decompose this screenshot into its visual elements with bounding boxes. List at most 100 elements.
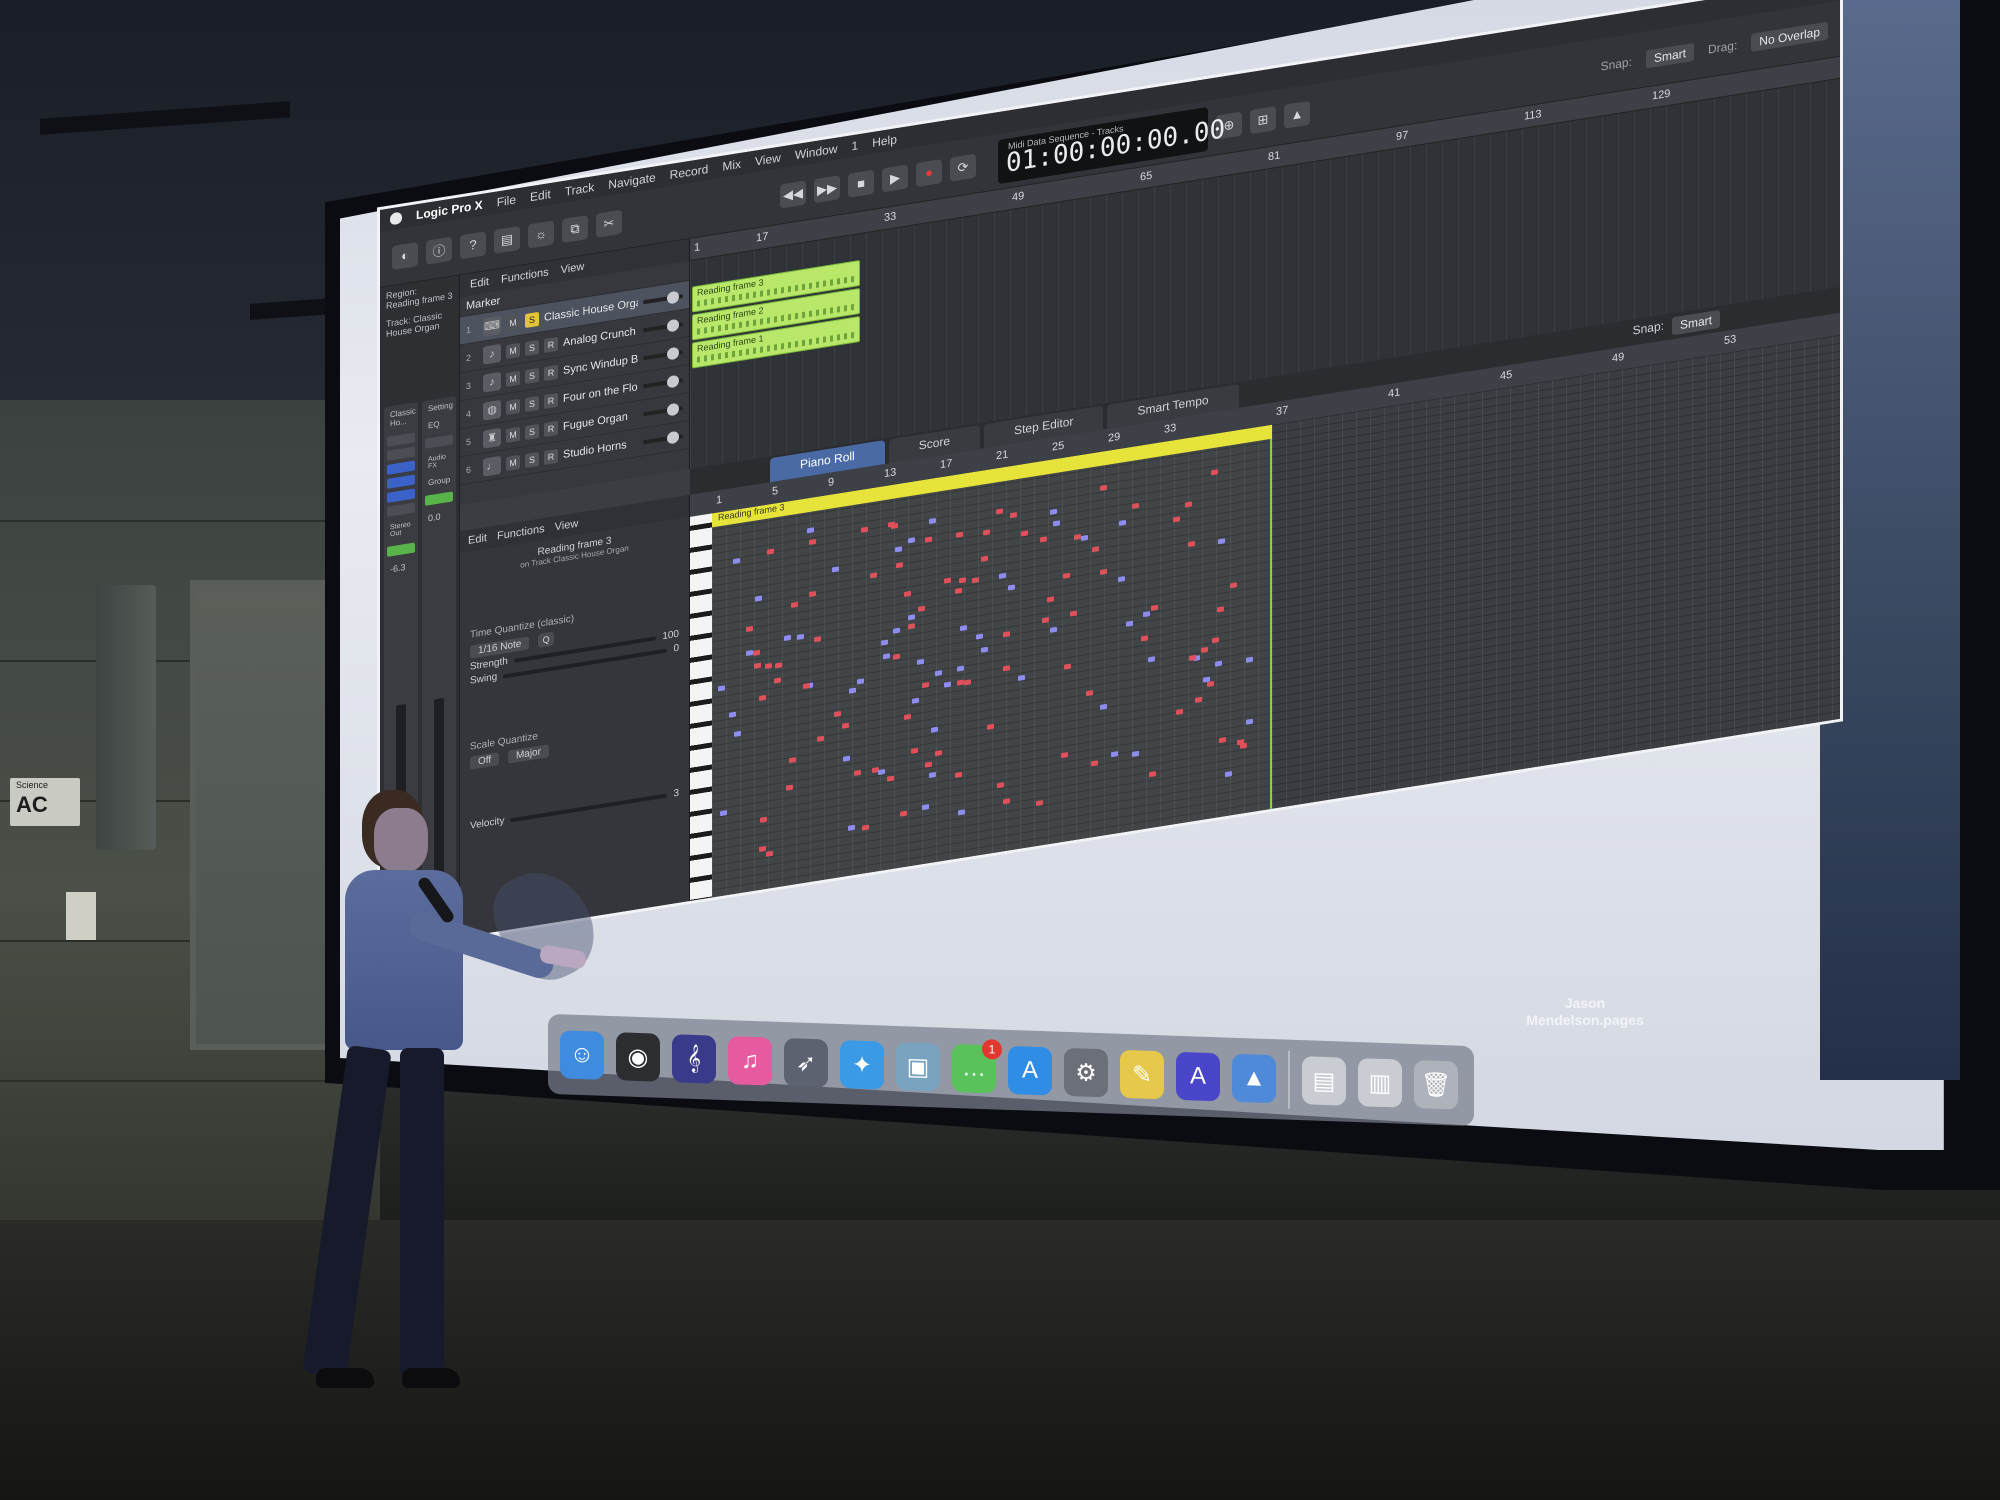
cycle-button[interactable]: ⟳ bbox=[950, 153, 976, 182]
track-name[interactable]: Analog Crunch Lead bbox=[563, 325, 638, 349]
strip-read-slot[interactable] bbox=[425, 491, 453, 506]
record-enable-button[interactable]: R bbox=[544, 336, 558, 353]
strip-output-slot[interactable] bbox=[387, 502, 415, 517]
menu-1[interactable]: 1 bbox=[852, 138, 859, 153]
strip-fx-slot[interactable] bbox=[387, 474, 415, 489]
record-enable-button[interactable]: R bbox=[544, 448, 558, 465]
finder-icon[interactable]: ☺ bbox=[560, 1030, 604, 1080]
record-enable-button[interactable]: R bbox=[544, 392, 558, 409]
metronome-icon[interactable]: ▲ bbox=[1284, 100, 1310, 129]
solo-button[interactable]: S bbox=[525, 423, 539, 440]
count-in-icon[interactable]: ⊞ bbox=[1250, 105, 1276, 134]
rewind-button[interactable]: ◀◀ bbox=[780, 180, 806, 209]
menu-record[interactable]: Record bbox=[670, 162, 709, 182]
preview-icon[interactable]: ▣ bbox=[896, 1041, 940, 1092]
notes-icon[interactable]: ✎ bbox=[1120, 1049, 1164, 1100]
siri-icon[interactable]: 𝄞 bbox=[672, 1034, 716, 1084]
track-name[interactable]: Fugue Organ bbox=[563, 409, 638, 432]
solo-button[interactable]: S bbox=[525, 367, 539, 384]
trash-icon[interactable]: 🗑 bbox=[1414, 1060, 1458, 1110]
tracks-menu-edit[interactable]: Edit bbox=[470, 276, 489, 291]
track-volume-slider[interactable] bbox=[643, 433, 683, 444]
record-button[interactable]: ● bbox=[916, 158, 942, 187]
strip-stereo-out[interactable]: Stereo Out bbox=[384, 516, 418, 543]
scale-type-select[interactable]: Major bbox=[507, 744, 549, 764]
ruler-label: 49 bbox=[1012, 189, 1025, 204]
strip-eq-slot[interactable] bbox=[387, 446, 415, 461]
track-volume-slider[interactable] bbox=[643, 377, 683, 388]
solo-button[interactable]: S bbox=[525, 451, 539, 468]
editor-menu-edit[interactable]: Edit bbox=[468, 532, 487, 547]
quick-help-button[interactable]: ? bbox=[460, 230, 486, 259]
downloads-stack-icon[interactable]: ▥ bbox=[1358, 1058, 1402, 1108]
forward-button[interactable]: ▶▶ bbox=[814, 174, 840, 203]
scale-root-select[interactable]: Off bbox=[470, 752, 500, 770]
track-name[interactable]: Four on the Floor bbox=[563, 381, 638, 405]
track-volume-slider[interactable] bbox=[643, 405, 683, 416]
strip-preset[interactable]: Classic Ho... bbox=[384, 402, 418, 433]
snap-select[interactable]: Smart bbox=[1645, 42, 1694, 68]
mute-button[interactable]: M bbox=[506, 426, 520, 443]
mixer-button[interactable]: ⧉ bbox=[562, 214, 588, 243]
app-store-icon[interactable]: A bbox=[1008, 1045, 1052, 1096]
document-stack-icon[interactable]: ▤ bbox=[1302, 1056, 1346, 1106]
editors-button[interactable]: ✂ bbox=[596, 209, 622, 238]
tracks-menu-view[interactable]: View bbox=[561, 261, 585, 277]
solo-button[interactable]: S bbox=[525, 311, 539, 328]
editor-menu-view[interactable]: View bbox=[555, 518, 579, 534]
velocity-slider[interactable] bbox=[510, 792, 668, 822]
apple-icon[interactable] bbox=[390, 211, 402, 226]
track-name[interactable]: Sync Windup Build bbox=[563, 353, 638, 377]
launchpad-icon[interactable]: ➶ bbox=[784, 1038, 828, 1088]
menu-help[interactable]: Help bbox=[872, 132, 897, 150]
desktop-file[interactable]: Jason Mendelson.pages bbox=[1505, 995, 1665, 1029]
track-name[interactable]: Studio Horns bbox=[563, 437, 638, 460]
ruler-label: 49 bbox=[1612, 350, 1625, 365]
messages-icon[interactable]: … 1 bbox=[952, 1038, 1002, 1094]
menu-mix[interactable]: Mix bbox=[722, 157, 741, 174]
track-volume-slider[interactable] bbox=[643, 293, 683, 304]
solo-button[interactable]: S bbox=[525, 395, 539, 412]
mute-button[interactable]: M bbox=[506, 398, 520, 415]
track-volume-slider[interactable] bbox=[643, 321, 683, 332]
strip-read-slot[interactable] bbox=[387, 542, 415, 557]
inspector-button[interactable]: ⓘ bbox=[426, 236, 452, 265]
stop-button[interactable]: ■ bbox=[848, 169, 874, 198]
mute-button[interactable]: M bbox=[506, 342, 520, 359]
mute-button[interactable]: M bbox=[506, 454, 520, 471]
wall-notice bbox=[66, 892, 96, 940]
editor-snap-select[interactable]: Smart bbox=[1671, 309, 1720, 336]
menu-window[interactable]: Window bbox=[795, 142, 838, 163]
menu-track[interactable]: Track bbox=[565, 180, 595, 199]
toolbar-button[interactable]: ▤ bbox=[494, 225, 520, 254]
safari-icon[interactable]: ✦ bbox=[840, 1040, 884, 1090]
ruler-label: 21 bbox=[996, 448, 1009, 463]
smart-controls-button[interactable]: ☼ bbox=[528, 219, 554, 249]
quantize-button[interactable]: Q bbox=[538, 631, 555, 648]
logic-icon[interactable]: ◉ bbox=[616, 1032, 660, 1082]
strip-fx-slot[interactable] bbox=[387, 488, 415, 503]
mute-button[interactable]: M bbox=[506, 314, 520, 331]
mute-button[interactable]: M bbox=[506, 370, 520, 387]
solo-button[interactable]: S bbox=[525, 339, 539, 356]
strip-channel-eq-slot[interactable] bbox=[387, 460, 415, 475]
record-enable-button[interactable]: R bbox=[544, 364, 558, 381]
play-button[interactable]: ▶ bbox=[882, 163, 908, 192]
tracks-menu-functions[interactable]: Functions bbox=[501, 266, 549, 286]
keynote-icon[interactable]: ▲ bbox=[1232, 1053, 1276, 1104]
menu-file[interactable]: File bbox=[497, 192, 516, 209]
drag-select[interactable]: No Overlap bbox=[1751, 21, 1828, 52]
itunes-icon[interactable]: ♫ bbox=[728, 1036, 772, 1086]
system-preferences-icon[interactable]: ⚙ bbox=[1064, 1047, 1108, 1098]
track-volume-slider[interactable] bbox=[643, 349, 683, 360]
editor-menu-functions[interactable]: Functions bbox=[497, 523, 545, 543]
strip-slot[interactable] bbox=[425, 434, 453, 449]
affinity-icon[interactable]: A bbox=[1176, 1051, 1220, 1102]
piano-keyboard[interactable] bbox=[690, 513, 712, 901]
record-enable-button[interactable]: R bbox=[544, 420, 558, 437]
menu-edit[interactable]: Edit bbox=[530, 187, 551, 204]
menu-view[interactable]: View bbox=[755, 151, 781, 169]
ruler-label: 13 bbox=[884, 466, 897, 481]
library-button[interactable]: ◐ bbox=[392, 241, 418, 270]
strip-setting-slot[interactable] bbox=[387, 432, 415, 447]
